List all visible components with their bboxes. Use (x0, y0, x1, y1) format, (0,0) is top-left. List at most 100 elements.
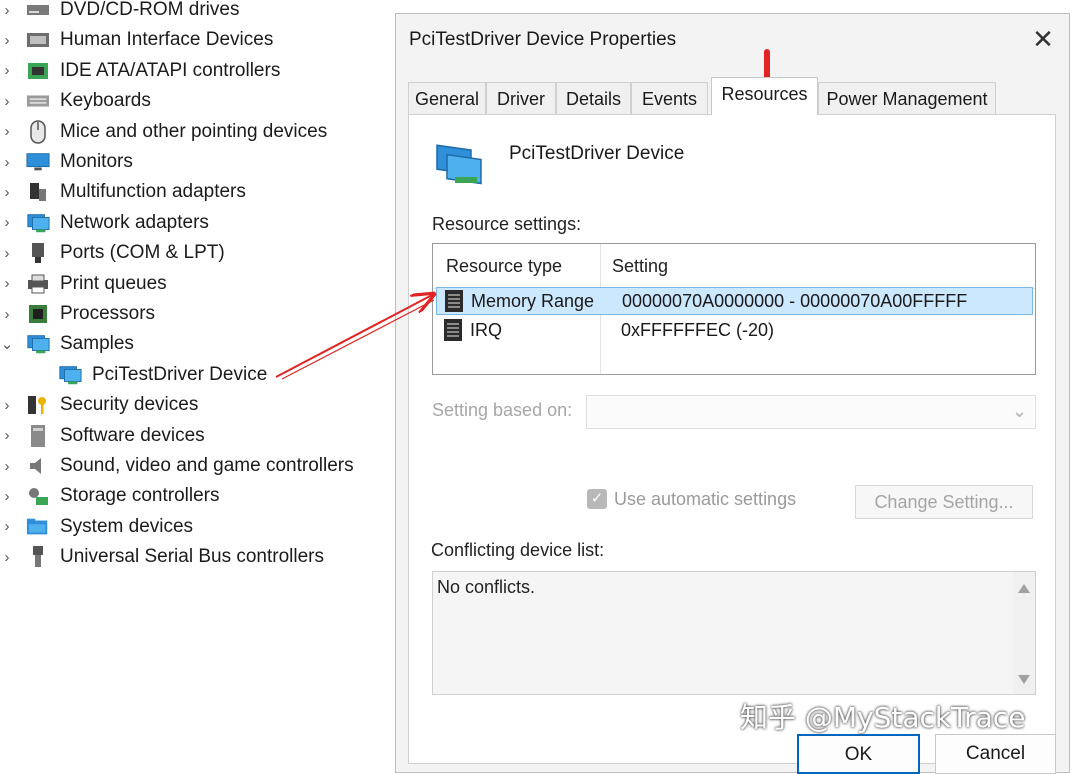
tree-item[interactable]: › IDE ATA/ATAPI controllers (0, 56, 281, 86)
printer-icon (26, 273, 50, 295)
resource-table[interactable]: Resource type Setting Memory Range 00000… (432, 243, 1036, 375)
tree-item-label: PciTestDriver Device (92, 363, 268, 385)
chevron-down-icon: ⌄ (1011, 401, 1027, 421)
tree-item-label: Mice and other pointing devices (60, 120, 328, 142)
tab-bar: General Driver Details Events Resources … (408, 77, 1008, 116)
tree-item[interactable]: › Monitors (0, 147, 133, 177)
chevron-right-icon[interactable]: › (0, 427, 14, 444)
conflicting-device-list[interactable]: No conflicts. (432, 571, 1036, 695)
chevron-down-icon[interactable]: ⌄ (0, 335, 14, 353)
tree-item[interactable]: › Mice and other pointing devices (0, 117, 327, 147)
monitor-icon (26, 151, 50, 173)
tree-item[interactable]: › Multifunction adapters (0, 177, 246, 207)
ide-controller-icon (26, 60, 50, 82)
resource-type-cell: IRQ (470, 319, 503, 340)
chevron-right-icon[interactable]: › (0, 458, 14, 475)
chevron-right-icon[interactable]: › (0, 32, 14, 49)
chevron-right-icon[interactable]: › (0, 306, 14, 323)
tree-item-label: IDE ATA/ATAPI controllers (60, 59, 281, 81)
chevron-right-icon[interactable]: › (0, 184, 14, 201)
tree-item[interactable]: › Universal Serial Bus controllers (0, 542, 324, 572)
chevron-right-icon[interactable]: › (0, 549, 14, 566)
dialog-title: PciTestDriver Device Properties (409, 29, 677, 50)
system-folder-icon (26, 516, 50, 538)
resource-setting-cell: 00000070A0000000 - 00000070A00FFFFF (622, 290, 968, 311)
chevron-right-icon[interactable]: › (0, 214, 14, 231)
change-setting-button[interactable]: Change Setting... (855, 485, 1033, 519)
cancel-button[interactable]: Cancel (935, 734, 1056, 774)
device-tree: › DVD/CD-ROM drives › Human Interface Devic… (0, 0, 395, 762)
column-header-setting[interactable]: Setting (612, 256, 668, 277)
keyboard-icon (26, 90, 50, 112)
memory-chip-icon (444, 319, 462, 341)
tab-driver[interactable]: Driver (486, 82, 556, 114)
chevron-right-icon[interactable]: › (0, 488, 14, 505)
chevron-right-icon[interactable]: › (0, 518, 14, 535)
tree-item[interactable]: › Print queues (0, 269, 167, 299)
tree-item-label: Processors (60, 303, 156, 324)
scrollbar[interactable] (1013, 572, 1035, 694)
tree-item[interactable]: › Software devices (0, 421, 205, 451)
tree-item-label: Universal Serial Bus controllers (60, 546, 324, 568)
tree-item[interactable]: › Security devices (0, 390, 199, 420)
scroll-up-icon[interactable] (1018, 584, 1030, 593)
tree-item-label: Ports (COM & LPT) (60, 242, 225, 264)
tree-item[interactable]: › Storage controllers (0, 481, 220, 511)
tree-item[interactable]: › Human Interface Devices (0, 25, 274, 55)
chevron-right-icon[interactable]: › (0, 2, 14, 19)
chevron-right-icon[interactable]: › (0, 154, 14, 171)
setting-based-on-select[interactable]: ⌄ (586, 395, 1036, 429)
chevron-right-icon[interactable]: › (0, 275, 14, 292)
chevron-right-icon[interactable]: › (0, 93, 14, 110)
security-device-icon (26, 394, 50, 416)
usb-icon (26, 546, 50, 568)
dvd-drive-icon (26, 0, 50, 21)
conflicts-text: No conflicts. (437, 577, 536, 597)
tree-item-child[interactable]: PciTestDriver Device (0, 360, 267, 390)
processor-icon (26, 303, 50, 325)
chevron-right-icon[interactable]: › (0, 62, 14, 79)
tree-item-label: Keyboards (60, 90, 151, 112)
tab-general[interactable]: General (408, 82, 486, 114)
tree-item[interactable]: › System devices (0, 512, 194, 542)
tree-item[interactable]: › Sound, video and game controllers (0, 451, 354, 481)
tree-item-label: Multifunction adapters (60, 181, 246, 203)
tree-item-label: Storage controllers (60, 485, 220, 507)
use-automatic-checkbox[interactable]: ✓ (587, 489, 607, 509)
tree-item[interactable]: › DVD/CD-ROM drives (0, 0, 240, 25)
tree-item[interactable]: › Ports (COM & LPT) (0, 238, 225, 268)
table-row[interactable]: IRQ 0xFFFFFFEC (-20) (436, 316, 1033, 344)
device-properties-dialog: PciTestDriver Device Properties ✕ Genera… (395, 13, 1070, 774)
close-icon[interactable]: ✕ (1028, 24, 1058, 54)
resource-settings-label: Resource settings: (432, 214, 582, 234)
column-header-resource-type[interactable]: Resource type (446, 256, 562, 277)
memory-chip-icon (445, 290, 463, 312)
software-device-icon (26, 424, 50, 447)
tab-resources[interactable]: Resources (711, 77, 818, 115)
storage-controller-icon (26, 485, 50, 507)
use-automatic-label: Use automatic settings (614, 489, 797, 509)
setting-based-on-label: Setting based on: (432, 400, 573, 420)
chevron-right-icon[interactable]: › (0, 123, 14, 140)
tree-item-label: DVD/CD-ROM drives (60, 0, 240, 20)
tab-events[interactable]: Events (631, 82, 708, 114)
resource-type-cell: Memory Range (471, 290, 595, 311)
scroll-down-icon[interactable] (1018, 675, 1030, 684)
tree-item[interactable]: › Keyboards (0, 86, 151, 116)
chevron-right-icon[interactable]: › (0, 397, 14, 414)
ok-button[interactable]: OK (797, 734, 920, 774)
tree-item[interactable]: ⌄ Samples (0, 329, 134, 359)
tree-item-label: Software devices (60, 424, 205, 446)
tree-item-label: Samples (60, 333, 134, 355)
tree-item[interactable]: › Network adapters (0, 208, 209, 238)
tab-details[interactable]: Details (556, 82, 631, 114)
port-icon (26, 242, 50, 264)
resources-panel: PciTestDriver Device Resource settings: … (408, 114, 1056, 764)
tab-power-management[interactable]: Power Management (818, 82, 996, 114)
network-adapter-icon (26, 212, 50, 234)
table-row[interactable]: Memory Range 00000070A0000000 - 00000070… (436, 287, 1033, 315)
tree-item-label: Human Interface Devices (60, 29, 274, 51)
tree-item[interactable]: › Processors (0, 299, 156, 329)
tree-item-label: Print queues (60, 272, 167, 294)
chevron-right-icon[interactable]: › (0, 245, 14, 262)
